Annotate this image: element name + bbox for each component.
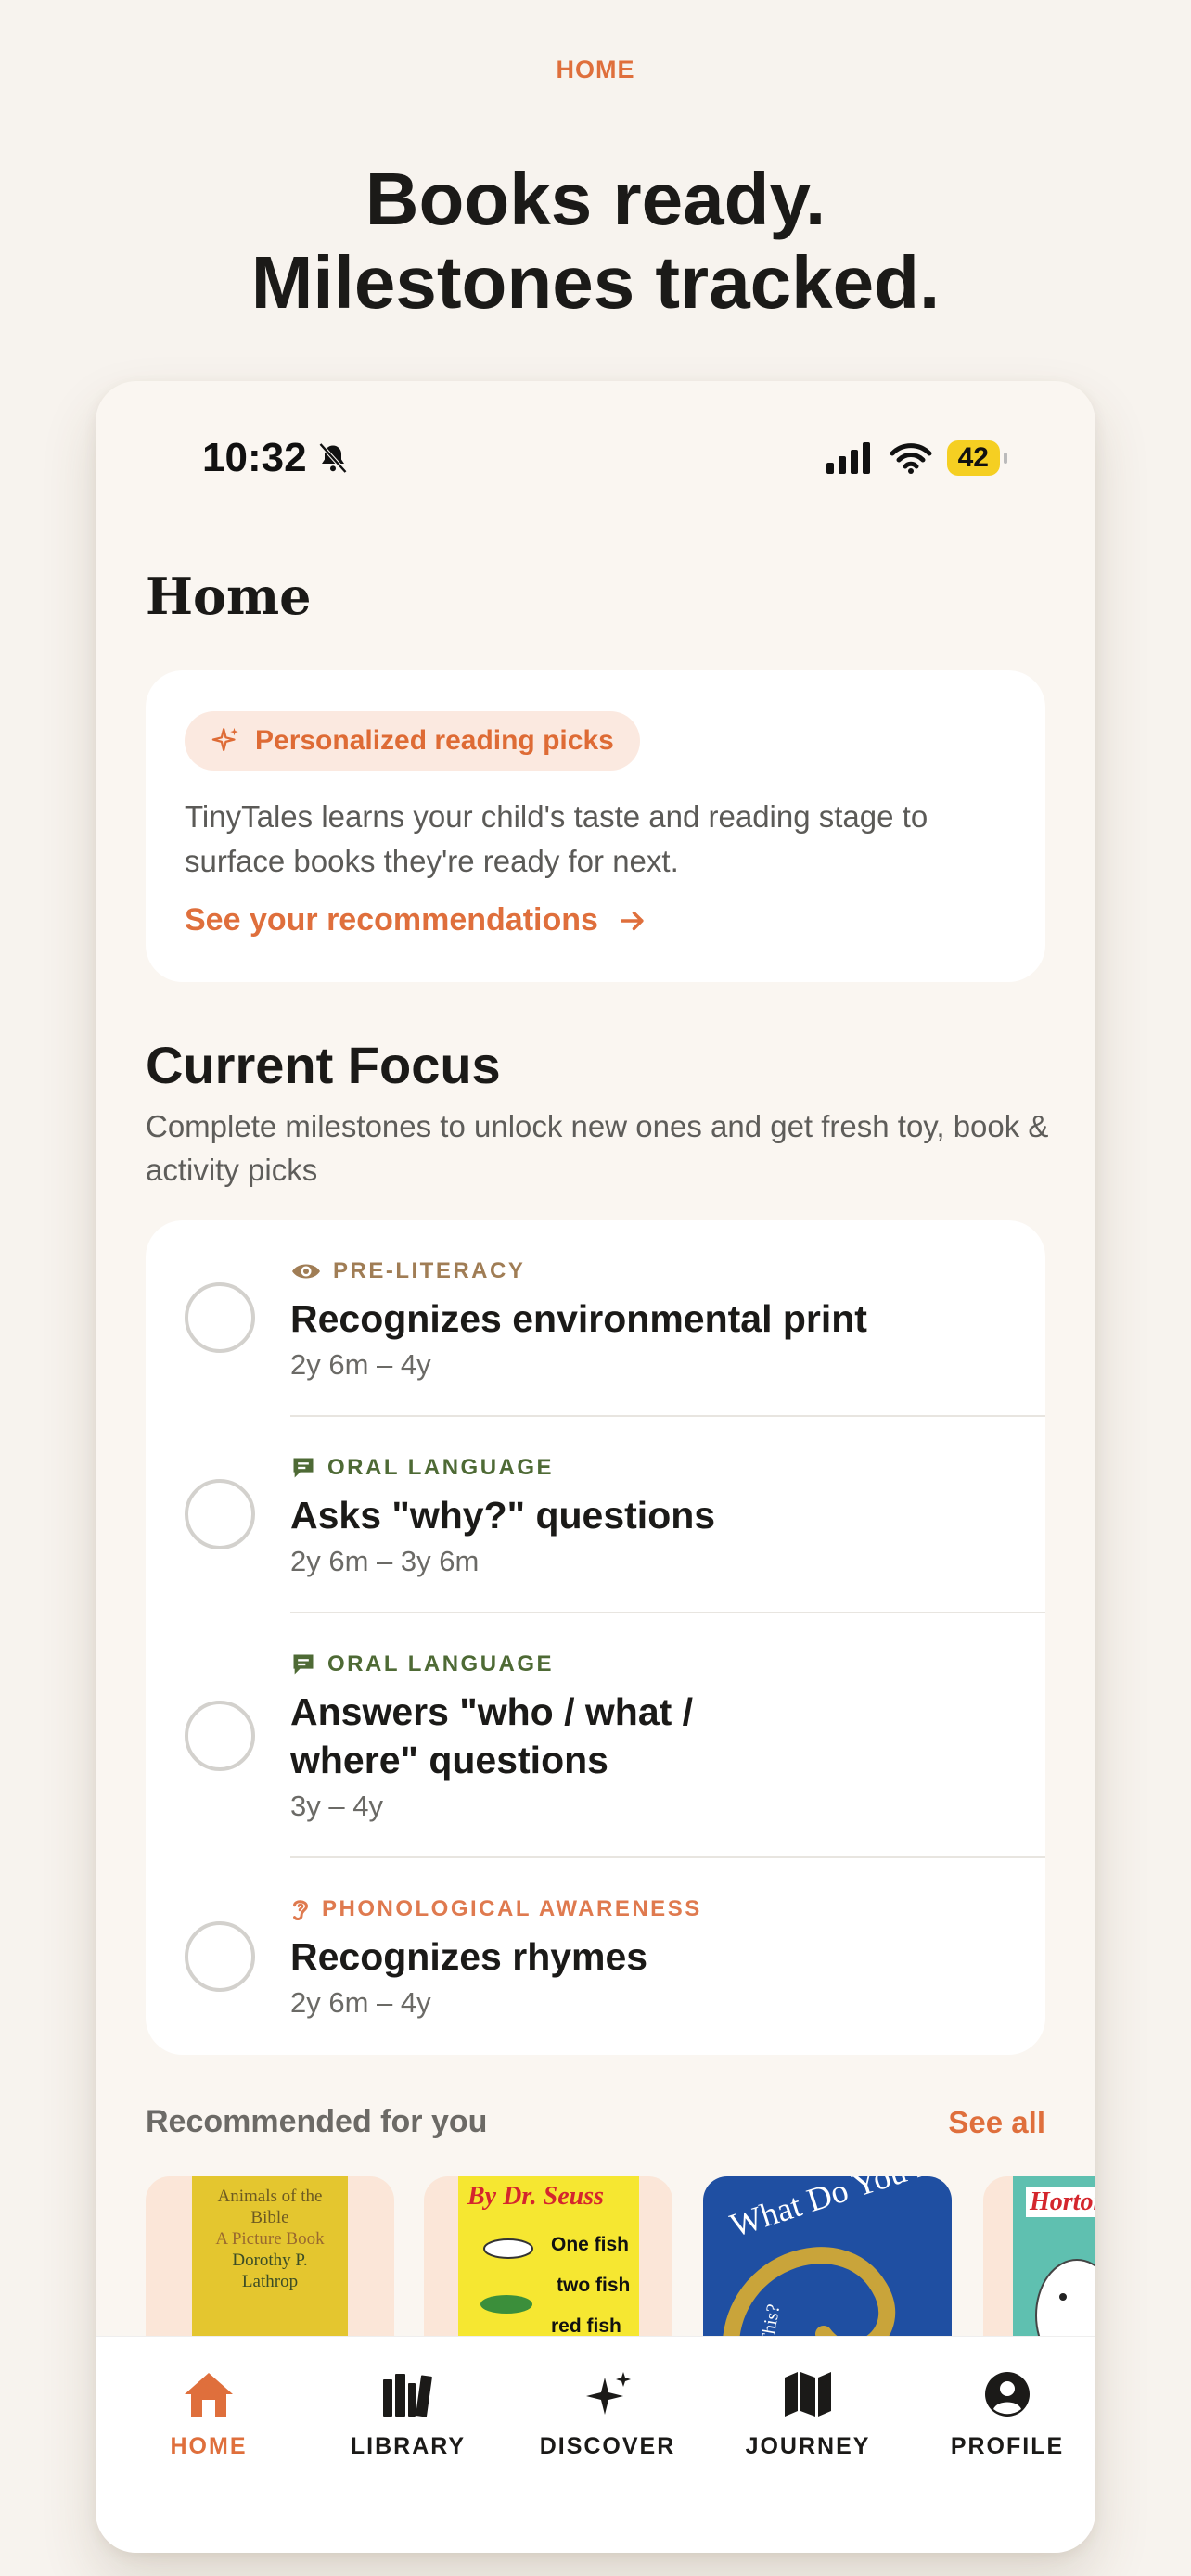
milestone-item: ORAL LANGUAGE Answers "who / what / wher…	[146, 1613, 1045, 1856]
cover-line: Horton	[1026, 2187, 1095, 2217]
book-cover-text: Animals of the Bible A Picture Book Doro…	[192, 2176, 348, 2292]
speech-bubble-icon	[293, 1654, 314, 1675]
milestone-age-range: 2y 6m – 4y	[290, 1986, 431, 2019]
cover-line: two fish	[557, 2275, 631, 2296]
recommended-title: Recommended for you	[146, 2104, 488, 2139]
milestone-category: ORAL LANGUAGE	[290, 1454, 1045, 1482]
speech-bubble-icon	[293, 1458, 314, 1478]
recommended-header: Recommended for you See all	[146, 2104, 1045, 2140]
eye-icon	[292, 1264, 320, 1279]
map-icon	[785, 2372, 831, 2417]
cover-line: By Dr. Seuss	[467, 2182, 605, 2211]
milestone-category: PHONOLOGICAL AWARENESS	[290, 1895, 1045, 1923]
bell-slash-icon	[318, 442, 347, 474]
cover-line: Bible	[250, 2208, 289, 2227]
milestone-title: Recognizes rhymes	[290, 1935, 648, 1978]
milestone-checkbox[interactable]	[185, 1701, 255, 1771]
battery-cap	[1004, 453, 1007, 464]
books-icon	[383, 2374, 432, 2417]
cover-line: One fish	[551, 2234, 630, 2255]
sparkle-icon	[586, 2372, 631, 2415]
tab-label: LIBRARY	[350, 2433, 467, 2459]
tab-label: HOME	[170, 2433, 248, 2459]
marketing-headline: Books ready. Milestones tracked.	[0, 158, 1191, 325]
milestone-list: PRE-LITERACY Recognizes environmental pr…	[146, 1220, 1045, 2055]
bottom-tab-bar: HOME LIBRARY DISCOVER JOURNEY PROFILE	[96, 2336, 1095, 2553]
tab-home[interactable]: HOME	[116, 2370, 301, 2460]
milestone-item: PRE-LITERACY Recognizes environmental pr…	[146, 1220, 1045, 1415]
sparkle-icon	[211, 727, 238, 752]
cover-line: Lathrop	[241, 2272, 299, 2291]
milestone-title: Answers "who / what / where" questions	[290, 1690, 694, 1781]
screen-label: HOME	[556, 56, 635, 83]
headline-line-2: Milestones tracked.	[250, 241, 941, 324]
recommended-books-carousel: Animals of the Bible A Picture Book Doro…	[146, 2176, 1095, 2399]
milestone-age-range: 2y 6m – 4y	[290, 1348, 431, 1381]
status-time: 10:32	[202, 435, 350, 481]
tab-label: PROFILE	[950, 2433, 1065, 2459]
tab-profile[interactable]: PROFILE	[915, 2370, 1095, 2460]
tab-journey[interactable]: JOURNEY	[715, 2370, 901, 2460]
milestone-age-range: 3y – 4y	[290, 1790, 383, 1822]
see-all-link[interactable]: See all	[948, 2105, 1045, 2140]
milestone-body: ORAL LANGUAGE Asks "why?" questions 2y 6…	[290, 1454, 1045, 1578]
milestone-age-range: 2y 6m – 3y 6m	[290, 1545, 480, 1577]
user-circle-icon	[985, 2372, 1030, 2417]
milestone-checkbox[interactable]	[185, 1921, 255, 1992]
wifi-icon	[890, 443, 932, 474]
page-title: Home	[146, 567, 312, 626]
tab-discover[interactable]: DISCOVER	[515, 2370, 700, 2460]
see-recommendations-link[interactable]: See your recommendations	[185, 902, 1006, 938]
milestone-category: PRE-LITERACY	[290, 1257, 1045, 1285]
current-focus-title: Current Focus	[146, 1036, 501, 1094]
tab-library[interactable]: LIBRARY	[315, 2370, 501, 2460]
milestone-category-label: ORAL LANGUAGE	[327, 1651, 555, 1677]
milestone-item: ORAL LANGUAGE Asks "why?" questions 2y 6…	[146, 1417, 1045, 1612]
milestone-category: ORAL LANGUAGE	[290, 1651, 754, 1678]
milestone-checkbox[interactable]	[185, 1282, 255, 1353]
see-recommendations-label: See your recommendations	[185, 902, 598, 937]
milestone-category-label: ORAL LANGUAGE	[327, 1455, 555, 1480]
cover-line: red fish	[551, 2315, 621, 2337]
milestone-category-label: PHONOLOGICAL AWARENESS	[322, 1896, 702, 1921]
cellular-signal-icon	[826, 442, 870, 474]
milestone-body: PRE-LITERACY Recognizes environmental pr…	[290, 1257, 1045, 1382]
personalized-picks-label: Personalized reading picks	[255, 725, 614, 756]
promo-description: TinyTales learns your child's taste and …	[185, 799, 928, 878]
milestone-checkbox[interactable]	[185, 1479, 255, 1549]
milestone-body: ORAL LANGUAGE Answers "who / what / wher…	[290, 1651, 773, 1823]
milestone-item: PHONOLOGICAL AWARENESS Recognizes rhymes…	[146, 1858, 1045, 2055]
headline-line-1: Books ready.	[365, 158, 826, 240]
cover-line: A Picture Book	[215, 2229, 325, 2249]
tab-label: JOURNEY	[745, 2433, 871, 2459]
milestone-title: Recognizes environmental print	[290, 1297, 867, 1340]
house-icon	[185, 2373, 233, 2417]
arrow-right-icon	[620, 911, 644, 930]
phone-frame: 10:32 42 Home Personalized reading picks…	[96, 381, 1095, 2553]
current-focus-subtitle: Complete milestones to unlock new ones a…	[146, 1109, 1049, 1187]
ear-icon	[293, 1900, 308, 1920]
clock: 10:32	[202, 435, 307, 480]
milestone-title: Asks "why?" questions	[290, 1494, 716, 1537]
cover-line: Animals of the	[217, 2187, 323, 2206]
personalized-picks-card: Personalized reading picks TinyTales lea…	[146, 670, 1045, 982]
cover-line: Dorothy P.	[232, 2251, 308, 2270]
status-indicators: 42	[826, 440, 1007, 476]
personalized-picks-pill: Personalized reading picks	[185, 711, 640, 771]
milestone-category-label: PRE-LITERACY	[333, 1258, 526, 1283]
battery-indicator: 42	[946, 440, 1000, 476]
tab-label: DISCOVER	[539, 2433, 676, 2459]
milestone-body: PHONOLOGICAL AWARENESS Recognizes rhymes…	[290, 1895, 1045, 2020]
